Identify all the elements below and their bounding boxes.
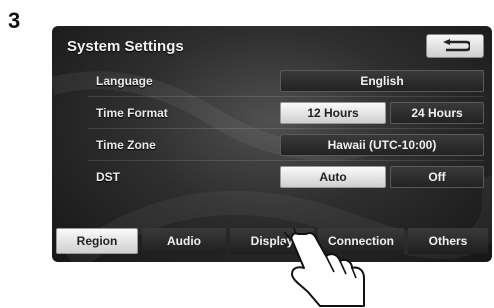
system-settings-screen: System Settings Language English Time Fo… (52, 26, 492, 262)
row-divider (88, 160, 484, 161)
row-divider (88, 96, 484, 97)
time-zone-button[interactable]: Hawaii (UTC-10:00) (280, 134, 484, 156)
back-arrow-icon (443, 39, 470, 52)
language-english-button[interactable]: English (280, 70, 484, 92)
dst-auto-button[interactable]: Auto (280, 166, 386, 188)
dst-off-button[interactable]: Off (390, 166, 484, 188)
back-button[interactable] (426, 34, 484, 58)
tab-region[interactable]: Region (56, 228, 138, 254)
tab-audio[interactable]: Audio (142, 228, 226, 254)
pointing-hand-icon (281, 228, 365, 307)
step-number: 3 (8, 8, 21, 33)
language-label: Language (96, 74, 153, 88)
category-tab-bar: Region Audio Display Connection Others (52, 226, 492, 256)
time-zone-label: Time Zone (96, 138, 156, 152)
tab-others[interactable]: Others (408, 228, 488, 254)
row-divider (88, 128, 484, 129)
dst-label: DST (96, 170, 120, 184)
screen-title: System Settings (67, 38, 184, 55)
time-format-12-hours-button[interactable]: 12 Hours (280, 102, 386, 124)
time-format-label: Time Format (96, 106, 168, 120)
time-format-24-hours-button[interactable]: 24 Hours (390, 102, 484, 124)
